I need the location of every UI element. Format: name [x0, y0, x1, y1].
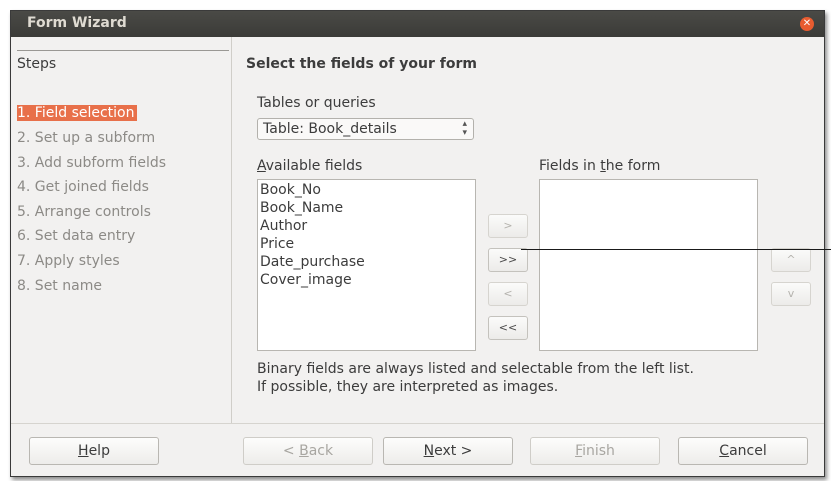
fields-in-form-label: Fields in the form: [539, 158, 661, 174]
list-item[interactable]: Price: [260, 236, 294, 252]
next-button[interactable]: Next >: [383, 437, 513, 465]
title-bar[interactable]: Form Wizard ✕: [11, 11, 824, 37]
table-select[interactable]: Table: Book_details ▴ ▾: [257, 118, 474, 140]
add-field-button[interactable]: >: [488, 214, 528, 238]
window-title: Form Wizard: [27, 15, 127, 31]
footer-divider: [11, 423, 824, 424]
steps-title: Steps: [17, 56, 57, 72]
steps-pane: Steps 1. Field selection 2. Set up a sub…: [11, 37, 232, 423]
main-pane: Select the fields of your form Tables or…: [232, 37, 824, 423]
step-field-selection[interactable]: 1. Field selection: [17, 105, 137, 121]
move-up-button[interactable]: ^: [771, 248, 811, 272]
remove-field-button[interactable]: <: [488, 282, 528, 306]
list-item[interactable]: Book_Name: [260, 200, 343, 216]
help-button[interactable]: Help: [29, 437, 159, 465]
step-set-up-subform[interactable]: 2. Set up a subform: [17, 130, 155, 146]
finish-button[interactable]: Finish: [530, 437, 660, 465]
spinner-icon: ▴ ▾: [462, 119, 467, 138]
fields-in-form-list[interactable]: [539, 179, 758, 351]
remove-all-fields-button[interactable]: <<: [488, 316, 528, 340]
list-item[interactable]: Author: [260, 218, 307, 234]
step-add-subform-fields[interactable]: 3. Add subform fields: [17, 155, 166, 171]
page-title: Select the fields of your form: [246, 56, 477, 72]
close-icon[interactable]: ✕: [800, 17, 814, 31]
available-fields-label: Available fields: [257, 158, 363, 174]
form-wizard-window: Form Wizard ✕ Steps 1. Field selection 2…: [10, 10, 825, 477]
hint-text-line1: Binary fields are always listed and sele…: [257, 361, 694, 377]
cancel-button[interactable]: Cancel: [678, 437, 808, 465]
step-get-joined-fields[interactable]: 4. Get joined fields: [17, 179, 149, 195]
step-set-name[interactable]: 8. Set name: [17, 278, 102, 294]
list-item[interactable]: Date_purchase: [260, 254, 365, 270]
table-select-value: Table: Book_details: [263, 121, 397, 137]
list-item[interactable]: Book_No: [260, 182, 321, 198]
step-set-data-entry[interactable]: 6. Set data entry: [17, 228, 135, 244]
hint-text-line2: If possible, they are interpreted as ima…: [257, 379, 559, 395]
annotation-callout-line: [521, 249, 831, 250]
step-arrange-controls[interactable]: 5. Arrange controls: [17, 204, 151, 220]
steps-divider: [17, 50, 229, 51]
back-button[interactable]: < Back: [243, 437, 373, 465]
tables-label: Tables or queries: [257, 95, 376, 111]
add-all-fields-button[interactable]: >>: [488, 248, 528, 272]
move-down-button[interactable]: v: [771, 282, 811, 306]
available-fields-list[interactable]: Book_No Book_Name Author Price Date_purc…: [257, 179, 476, 351]
step-apply-styles[interactable]: 7. Apply styles: [17, 253, 120, 269]
list-item[interactable]: Cover_image: [260, 272, 352, 288]
